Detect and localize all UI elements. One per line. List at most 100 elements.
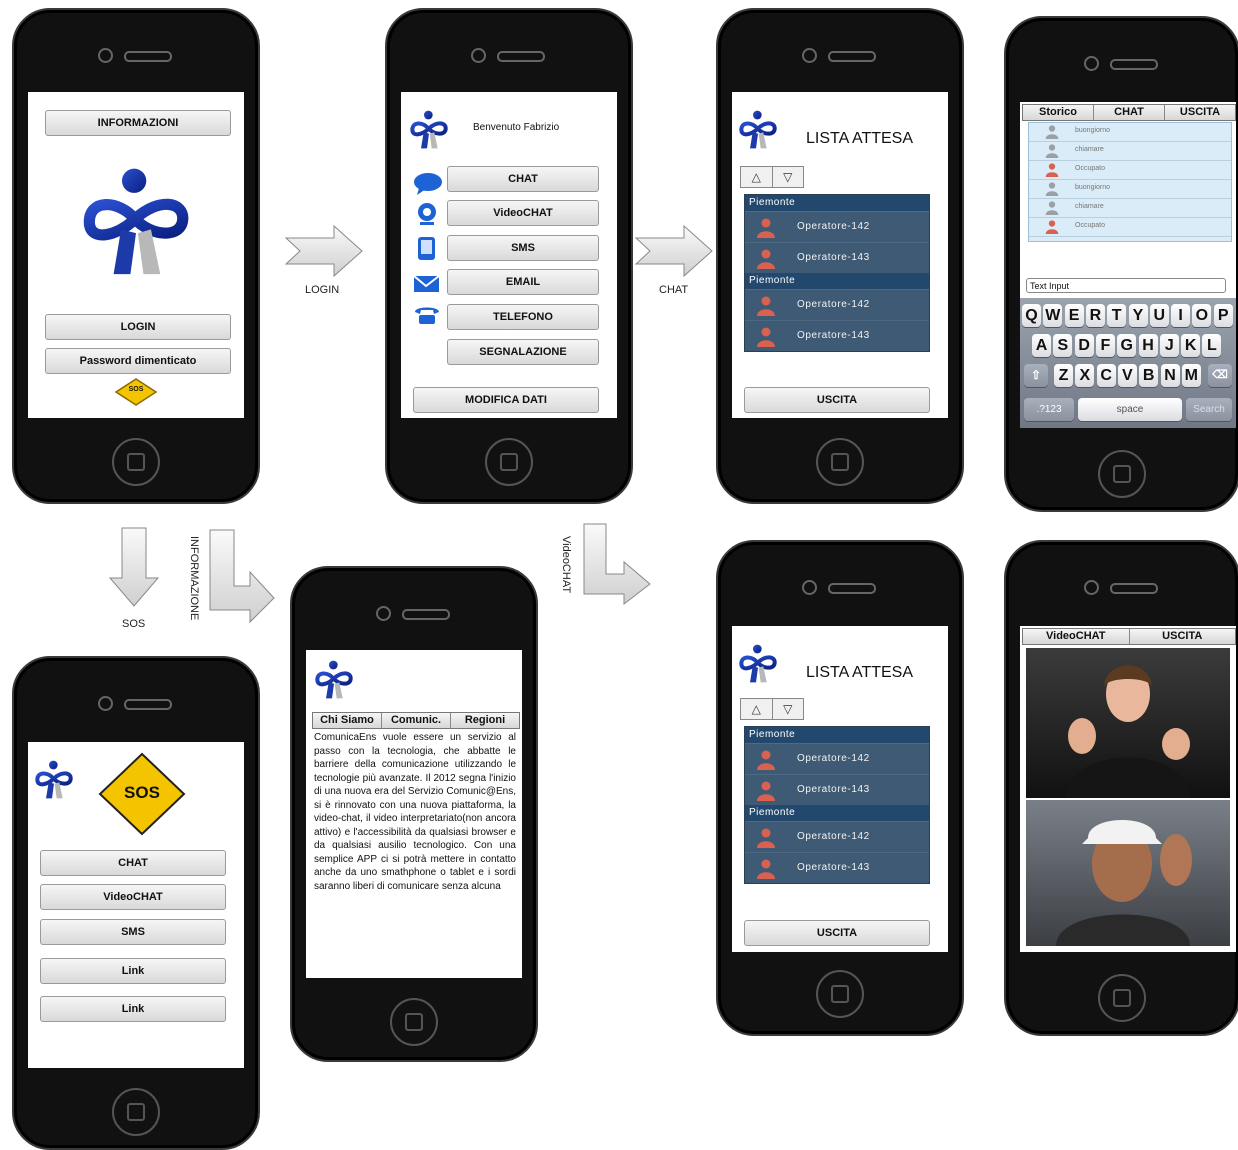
home-button[interactable] bbox=[112, 438, 160, 486]
operator-row[interactable]: Operatore-143 bbox=[745, 320, 929, 351]
sos-big-badge[interactable]: SOS bbox=[98, 752, 186, 836]
tab-storico[interactable]: Storico bbox=[1023, 105, 1094, 120]
tab-chi-siamo[interactable]: Chi Siamo bbox=[313, 713, 382, 728]
menu-videochat-button[interactable]: VideoCHAT bbox=[447, 200, 599, 226]
tab-chat[interactable]: CHAT bbox=[1094, 105, 1165, 120]
key-e[interactable]: E bbox=[1064, 304, 1084, 327]
home-button[interactable] bbox=[816, 438, 864, 486]
text-input[interactable]: Text Input bbox=[1026, 278, 1226, 293]
operator-row[interactable]: Operatore-142 bbox=[745, 821, 929, 852]
operator-row[interactable]: Operatore-143 bbox=[745, 242, 929, 273]
search-key[interactable]: Search bbox=[1186, 398, 1232, 421]
key-t[interactable]: T bbox=[1107, 304, 1127, 327]
key-j[interactable]: J bbox=[1159, 334, 1179, 357]
key-r[interactable]: R bbox=[1085, 304, 1105, 327]
sos-videochat-button[interactable]: VideoCHAT bbox=[40, 884, 226, 910]
chat-screen: Storico CHAT USCITA buongiorno chiamare … bbox=[1020, 102, 1236, 428]
backspace-key[interactable]: ⌫ bbox=[1208, 364, 1232, 387]
operator-row[interactable]: Operatore-143 bbox=[745, 852, 929, 883]
home-button[interactable] bbox=[485, 438, 533, 486]
videochat-flow-label: VideoCHAT bbox=[560, 536, 572, 594]
tab-uscita[interactable]: USCITA bbox=[1165, 105, 1235, 120]
menu-telefono-button[interactable]: TELEFONO bbox=[447, 304, 599, 330]
menu-email-button[interactable]: EMAIL bbox=[447, 269, 599, 295]
key-y[interactable]: Y bbox=[1128, 304, 1148, 327]
key-g[interactable]: G bbox=[1117, 334, 1137, 357]
sos-link-button-1[interactable]: Link bbox=[40, 958, 226, 984]
space-key[interactable]: space bbox=[1078, 398, 1182, 421]
keyboard: QWERTYUIOP ASDFGHJKL ZXCVBNM ⇧ ⌫ .?123 spa… bbox=[1020, 298, 1236, 428]
region-header: Piemonte bbox=[745, 805, 929, 821]
tab-uscita[interactable]: USCITA bbox=[1130, 629, 1236, 644]
operator-row[interactable]: Operatore-142 bbox=[745, 743, 929, 774]
welcome-text: Benvenuto Fabrizio bbox=[473, 122, 560, 133]
key-p[interactable]: P bbox=[1213, 304, 1233, 327]
tab-regioni[interactable]: Regioni bbox=[451, 713, 519, 728]
sos-link-button-2[interactable]: Link bbox=[40, 996, 226, 1022]
key-q[interactable]: Q bbox=[1022, 304, 1041, 327]
sos-flow-label: SOS bbox=[122, 618, 146, 630]
edit-data-button[interactable]: MODIFICA DATI bbox=[413, 387, 599, 413]
key-s[interactable]: S bbox=[1053, 334, 1073, 357]
key-c[interactable]: C bbox=[1096, 364, 1116, 387]
exit-button[interactable]: USCITA bbox=[744, 920, 930, 946]
numbers-key[interactable]: .?123 bbox=[1024, 398, 1074, 421]
scroll-down-button[interactable]: ▽ bbox=[773, 699, 804, 719]
sos-screen: SOS CHAT VideoCHAT SMS Link Link bbox=[28, 742, 244, 1068]
key-m[interactable]: M bbox=[1181, 364, 1201, 387]
sos-chat-button[interactable]: CHAT bbox=[40, 850, 226, 876]
key-x[interactable]: X bbox=[1075, 364, 1095, 387]
operator-row[interactable]: Operatore-142 bbox=[745, 211, 929, 242]
scroll-up-button[interactable]: △ bbox=[741, 699, 773, 719]
operator-row[interactable]: Operatore-143 bbox=[745, 774, 929, 805]
home-screen: INFORMAZIONI LOGIN Password dimenticato … bbox=[28, 92, 244, 418]
info-button[interactable]: INFORMAZIONI bbox=[45, 110, 231, 136]
key-o[interactable]: O bbox=[1192, 304, 1212, 327]
message-row: chiamare bbox=[1029, 142, 1231, 161]
menu-sms-button[interactable]: SMS bbox=[447, 235, 599, 261]
key-n[interactable]: N bbox=[1160, 364, 1180, 387]
login-button[interactable]: LOGIN bbox=[45, 314, 231, 340]
scroll-buttons: △ ▽ bbox=[740, 698, 804, 720]
app-logo-small bbox=[409, 106, 449, 152]
operator-name: Operatore-142 bbox=[797, 831, 870, 842]
home-button[interactable] bbox=[1098, 450, 1146, 498]
operator-name: Operatore-143 bbox=[797, 252, 870, 263]
home-button[interactable] bbox=[112, 1088, 160, 1136]
key-b[interactable]: B bbox=[1139, 364, 1159, 387]
operator-row[interactable]: Operatore-142 bbox=[745, 289, 929, 320]
chat-bubble-icon bbox=[414, 173, 442, 195]
sos-sms-button[interactable]: SMS bbox=[40, 919, 226, 945]
key-k[interactable]: K bbox=[1181, 334, 1201, 357]
home-button[interactable] bbox=[1098, 974, 1146, 1022]
user-avatar-icon bbox=[1045, 144, 1059, 158]
queue-title: LISTA ATTESA bbox=[806, 130, 913, 147]
user-figure-icon bbox=[1056, 820, 1192, 946]
sos-badge[interactable]: SOS bbox=[114, 378, 158, 406]
menu-chat-button[interactable]: CHAT bbox=[447, 166, 599, 192]
scroll-down-button[interactable]: ▽ bbox=[773, 167, 804, 187]
home-button[interactable] bbox=[816, 970, 864, 1018]
shift-key[interactable]: ⇧ bbox=[1024, 364, 1048, 387]
exit-button[interactable]: USCITA bbox=[744, 387, 930, 413]
scroll-up-button[interactable]: △ bbox=[741, 167, 773, 187]
key-f[interactable]: F bbox=[1095, 334, 1115, 357]
key-w[interactable]: W bbox=[1043, 304, 1063, 327]
key-z[interactable]: Z bbox=[1054, 364, 1073, 387]
informazione-flow-label: INFORMAZIONE bbox=[188, 536, 200, 621]
tab-comunic[interactable]: Comunic. bbox=[382, 713, 451, 728]
key-d[interactable]: D bbox=[1074, 334, 1094, 357]
key-h[interactable]: H bbox=[1138, 334, 1158, 357]
key-l[interactable]: L bbox=[1202, 334, 1222, 357]
home-button[interactable] bbox=[390, 998, 438, 1046]
login-flow-label: LOGIN bbox=[305, 284, 340, 296]
password-button[interactable]: Password dimenticato bbox=[45, 348, 231, 374]
key-v[interactable]: V bbox=[1117, 364, 1137, 387]
tab-videochat[interactable]: VideoCHAT bbox=[1023, 629, 1130, 644]
key-u[interactable]: U bbox=[1149, 304, 1169, 327]
key-i[interactable]: I bbox=[1171, 304, 1191, 327]
key-a[interactable]: A bbox=[1032, 334, 1051, 357]
menu-segnalazione-button[interactable]: SEGNALAZIONE bbox=[447, 339, 599, 365]
phone-chat: Storico CHAT USCITA buongiorno chiamare … bbox=[1004, 16, 1238, 512]
video-tabs: VideoCHAT USCITA bbox=[1022, 628, 1236, 645]
